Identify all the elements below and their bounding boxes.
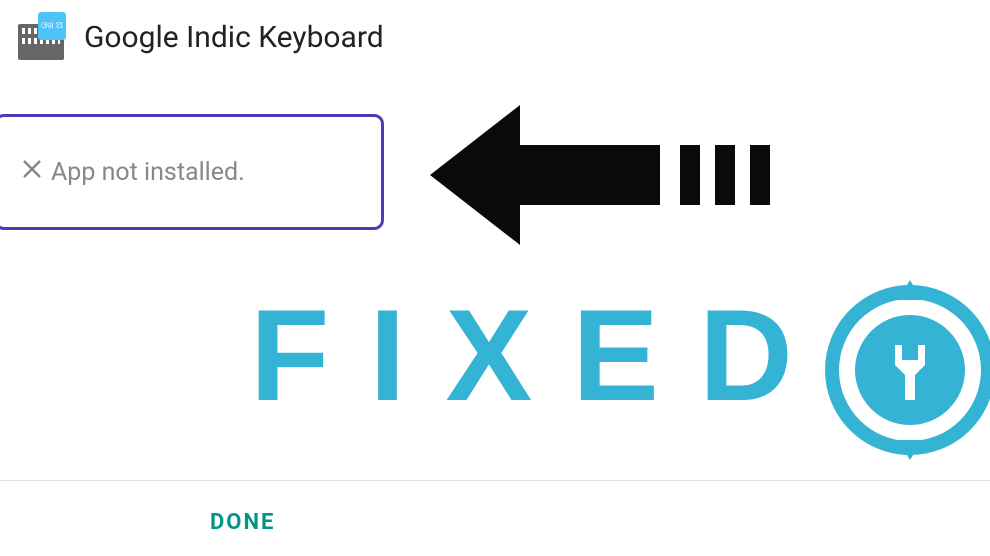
app-icon: ଓଖ ଅ [18,14,64,60]
arrow-left-icon [430,105,770,245]
x-icon [21,157,43,187]
done-button[interactable]: DONE [210,510,275,535]
header: ଓଖ ଅ Google Indic Keyboard [0,0,990,74]
error-message-box: App not installed. [0,114,384,230]
wrench-circle-icon [810,270,990,474]
app-title: Google Indic Keyboard [84,20,384,55]
error-text: App not installed. [51,158,245,187]
fixed-overlay-text: FIXED [250,280,833,430]
divider [0,480,990,481]
indic-badge-icon: ଓଖ ଅ [38,12,66,40]
